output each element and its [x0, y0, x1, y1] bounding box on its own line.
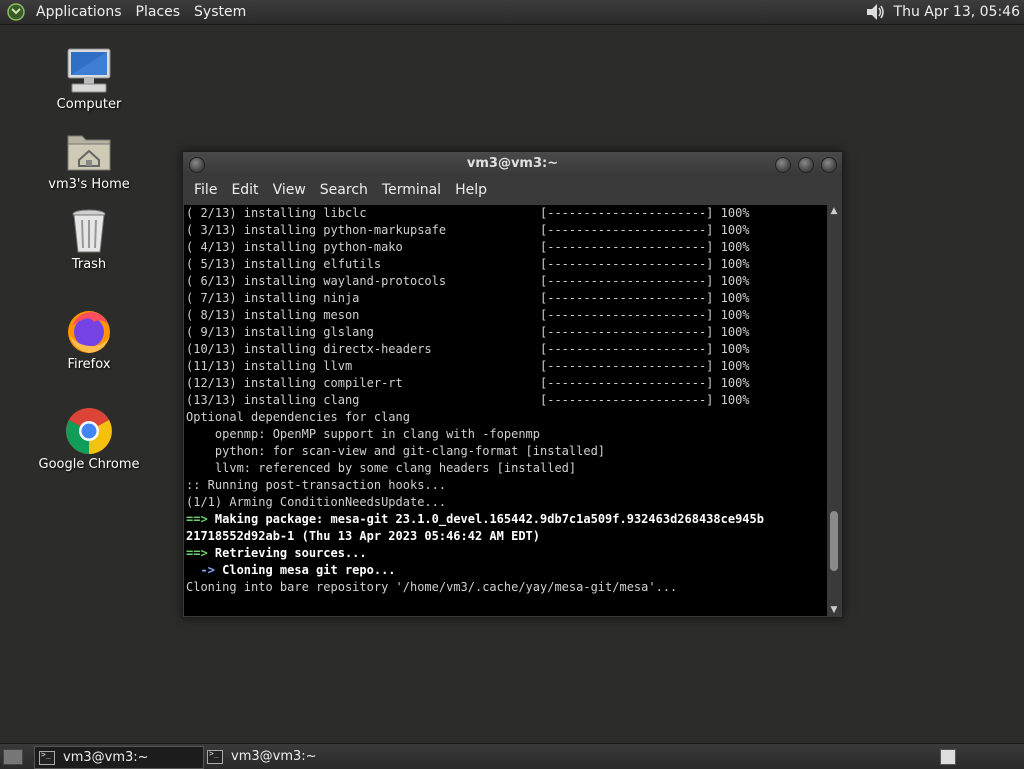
- terminal-line-text: Retrieving sources...: [207, 546, 367, 560]
- close-button[interactable]: [821, 157, 837, 173]
- terminal-window: vm3@vm3:~ File Edit View Search Terminal…: [182, 151, 843, 618]
- terminal-line-text: ( 2/13) installing libclc [-------------…: [186, 206, 750, 220]
- scroll-down-icon[interactable]: ▼: [829, 605, 839, 615]
- top-panel: Applications Places System Thu Apr 13, 0…: [0, 0, 1024, 25]
- terminal-line: (11/13) installing llvm [---------------…: [184, 358, 827, 375]
- terminal-line: 21718552d92ab-1 (Thu 13 Apr 2023 05:46:4…: [184, 528, 827, 545]
- terminal-line-text: (13/13) installing clang [--------------…: [186, 393, 750, 407]
- terminal-line-text: ( 7/13) installing ninja [--------------…: [186, 291, 750, 305]
- terminal-line-text: llvm: referenced by some clang headers […: [186, 461, 577, 475]
- terminal-line: :: Running post-transaction hooks...: [184, 477, 827, 494]
- terminal-line: -> Cloning mesa git repo...: [184, 562, 827, 579]
- desktop-icon-label: vm3's Home: [48, 177, 130, 192]
- menu-terminal[interactable]: Terminal: [375, 176, 448, 204]
- terminal-line: ( 6/13) installing wayland-protocols [--…: [184, 273, 827, 290]
- window-titlebar[interactable]: vm3@vm3:~: [183, 152, 842, 176]
- desktop-icon-chrome[interactable]: Google Chrome: [34, 406, 144, 472]
- terminal-line-text: (11/13) installing llvm [---------------…: [186, 359, 750, 373]
- home-folder-icon: [67, 135, 111, 171]
- terminal-line: ( 4/13) installing python-mako [--------…: [184, 239, 827, 256]
- terminal-line: (10/13) installing directx-headers [----…: [184, 341, 827, 358]
- menu-help[interactable]: Help: [448, 176, 494, 204]
- terminal-output[interactable]: ( 2/13) installing libclc [-------------…: [184, 205, 827, 616]
- mate-logo-icon[interactable]: [7, 3, 25, 21]
- taskbar-item-label: vm3@vm3:~: [63, 750, 149, 765]
- show-desktop-icon[interactable]: [3, 749, 23, 765]
- terminal-line-text: ( 3/13) installing python-markupsafe [--…: [186, 223, 750, 237]
- terminal-line-text: Optional dependencies for clang: [186, 410, 410, 424]
- terminal-line: Optional dependencies for clang: [184, 409, 827, 426]
- volume-icon[interactable]: [864, 1, 886, 23]
- terminal-line: ( 3/13) installing python-markupsafe [--…: [184, 222, 827, 239]
- terminal-line: python: for scan-view and git-clang-form…: [184, 443, 827, 460]
- desktop-icon-label: Google Chrome: [38, 457, 140, 472]
- terminal-line: llvm: referenced by some clang headers […: [184, 460, 827, 477]
- terminal-line: Cloning into bare repository '/home/vm3/…: [184, 579, 827, 596]
- terminal-line: ==> Retrieving sources...: [184, 545, 827, 562]
- chrome-icon: [66, 408, 112, 454]
- menu-view[interactable]: View: [266, 176, 313, 204]
- places-menu[interactable]: Places: [129, 0, 188, 24]
- terminal-line-text: Cloning mesa git repo...: [214, 563, 396, 577]
- terminal-line: ( 7/13) installing ninja [--------------…: [184, 290, 827, 307]
- desktop-icon-firefox[interactable]: Firefox: [34, 306, 144, 372]
- menu-edit[interactable]: Edit: [224, 176, 265, 204]
- desktop-icon-label: Trash: [71, 257, 107, 272]
- terminal-line: ( 9/13) installing glslang [------------…: [184, 324, 827, 341]
- computer-icon: [67, 48, 111, 93]
- scroll-up-icon[interactable]: ▲: [829, 206, 839, 216]
- terminal-scrollbar[interactable]: ▲ ▼: [828, 205, 840, 616]
- terminal-line: (1/1) Arming ConditionNeedsUpdate...: [184, 494, 827, 511]
- terminal-line: ==> Making package: mesa-git 23.1.0_deve…: [184, 511, 827, 528]
- terminal-line-text: openmp: OpenMP support in clang with -fo…: [186, 427, 541, 441]
- desktop-icon-label: Computer: [56, 97, 122, 112]
- terminal-line-prefix: ==>: [186, 512, 208, 526]
- minimize-button[interactable]: [775, 157, 791, 173]
- terminal-line: ( 2/13) installing libclc [-------------…: [184, 205, 827, 222]
- terminal-line: ( 5/13) installing elfutils [-----------…: [184, 256, 827, 273]
- terminal-line-prefix: ==>: [186, 546, 208, 560]
- workspace-switcher[interactable]: [940, 749, 956, 765]
- terminal-line: openmp: OpenMP support in clang with -fo…: [184, 426, 827, 443]
- terminal-line: (12/13) installing compiler-rt [--------…: [184, 375, 827, 392]
- taskbar-item[interactable]: vm3@vm3:~: [34, 746, 204, 769]
- terminal-line-text: ( 8/13) installing meson [--------------…: [186, 308, 750, 322]
- desktop-icon-computer[interactable]: Computer: [34, 46, 144, 112]
- terminal-line-text: (12/13) installing compiler-rt [--------…: [186, 376, 750, 390]
- firefox-icon: [68, 311, 110, 353]
- terminal-line-prefix: ->: [186, 563, 215, 577]
- terminal-line-text: Making package: mesa-git 23.1.0_devel.16…: [207, 512, 764, 526]
- desktop-icon-label: Firefox: [67, 357, 111, 372]
- window-title: vm3@vm3:~: [466, 156, 559, 171]
- terminal-icon: [207, 749, 223, 764]
- terminal-line: ( 8/13) installing meson [--------------…: [184, 307, 827, 324]
- terminal-line-text: ( 6/13) installing wayland-protocols [--…: [186, 274, 750, 288]
- terminal-line-text: Cloning into bare repository '/home/vm3/…: [186, 580, 678, 594]
- applications-menu[interactable]: Applications: [29, 0, 129, 24]
- desktop-icon-home[interactable]: vm3's Home: [34, 126, 144, 192]
- menu-file[interactable]: File: [187, 176, 224, 204]
- menu-search[interactable]: Search: [313, 176, 375, 204]
- scrollbar-thumb[interactable]: [830, 511, 838, 571]
- terminal-line-text: ( 9/13) installing glslang [------------…: [186, 325, 750, 339]
- terminal-line-text: python: for scan-view and git-clang-form…: [186, 444, 606, 458]
- terminal-line-text: ( 4/13) installing python-mako [--------…: [186, 240, 750, 254]
- terminal-line-text: (10/13) installing directx-headers [----…: [186, 342, 750, 356]
- terminal-line-text: :: Running post-transaction hooks...: [186, 478, 447, 492]
- trash-icon: [72, 209, 106, 253]
- terminal-icon: [39, 750, 55, 765]
- terminal-line: (13/13) installing clang [--------------…: [184, 392, 827, 409]
- bottom-panel: vm3@vm3:~ vm3@vm3:~: [0, 743, 1024, 769]
- terminal-line-text: (1/1) Arming ConditionNeedsUpdate...: [186, 495, 447, 509]
- scrollbar-track[interactable]: [830, 217, 838, 604]
- terminal-line-text: 21718552d92ab-1 (Thu 13 Apr 2023 05:46:4…: [186, 529, 541, 543]
- terminal-line-text: ( 5/13) installing elfutils [-----------…: [186, 257, 750, 271]
- clock[interactable]: Thu Apr 13, 05:46: [894, 4, 1024, 20]
- system-menu[interactable]: System: [187, 0, 253, 24]
- taskbar-item-label: vm3@vm3:~: [231, 749, 317, 764]
- taskbar-item[interactable]: vm3@vm3:~: [203, 746, 371, 767]
- maximize-button[interactable]: [798, 157, 814, 173]
- window-menubar: File Edit View Search Terminal Help: [183, 176, 842, 204]
- desktop-icon-trash[interactable]: Trash: [34, 206, 144, 272]
